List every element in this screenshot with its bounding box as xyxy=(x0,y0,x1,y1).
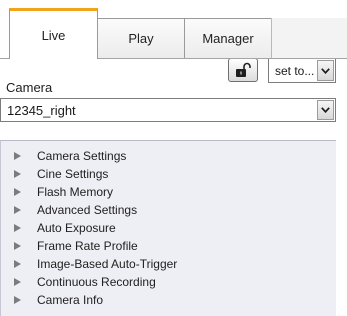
triangle-right-icon xyxy=(11,276,23,288)
tree-item-label: Image-Based Auto-Trigger xyxy=(37,257,178,271)
triangle-right-icon xyxy=(11,168,23,180)
tree-item-image-based-auto-trigger[interactable]: Image-Based Auto-Trigger xyxy=(11,256,177,272)
tab-live-label: Live xyxy=(41,27,66,43)
set-to-dropdown[interactable]: set to... xyxy=(268,58,336,83)
triangle-right-icon xyxy=(11,150,23,162)
triangle-right-icon xyxy=(11,222,23,234)
tree-item-label: Auto Exposure xyxy=(37,221,116,235)
tree-item-label: Camera Info xyxy=(37,293,104,307)
tree-item-camera-settings[interactable]: Camera Settings xyxy=(11,148,126,164)
tree-item-camera-info[interactable]: Camera Info xyxy=(11,292,103,308)
tree-item-auto-exposure[interactable]: Auto Exposure xyxy=(11,220,116,236)
tab-manager[interactable]: Manager xyxy=(184,18,272,58)
lock-button[interactable] xyxy=(228,58,258,82)
camera-select[interactable]: 12345_right xyxy=(0,98,336,122)
camera-label: Camera xyxy=(6,80,53,95)
chevron-down-icon xyxy=(321,67,330,74)
tree-item-frame-rate-profile[interactable]: Frame Rate Profile xyxy=(11,238,138,254)
chevron-down-icon xyxy=(321,107,330,113)
triangle-right-icon xyxy=(11,204,23,216)
tab-strip: Live Play Manager xyxy=(0,0,347,59)
triangle-right-icon xyxy=(11,294,23,306)
tab-manager-label: Manager xyxy=(202,31,254,46)
set-to-dropdown-button[interactable] xyxy=(317,60,334,81)
padlock-icon xyxy=(236,62,251,77)
settings-tree: Camera Settings Cine Settings Flash Memo… xyxy=(0,140,336,316)
camera-select-value: 12345_right xyxy=(7,102,76,118)
tree-item-cine-settings[interactable]: Cine Settings xyxy=(11,166,108,182)
tree-item-advanced-settings[interactable]: Advanced Settings xyxy=(11,202,137,218)
tab-play[interactable]: Play xyxy=(97,18,185,58)
tree-item-label: Flash Memory xyxy=(37,185,114,199)
tree-item-flash-memory[interactable]: Flash Memory xyxy=(11,184,113,200)
triangle-right-icon xyxy=(11,258,23,270)
tree-item-label: Frame Rate Profile xyxy=(37,239,138,253)
set-to-value: set to... xyxy=(275,63,315,78)
tree-item-label: Cine Settings xyxy=(37,167,109,181)
tab-play-label: Play xyxy=(128,31,154,46)
tree-item-label: Continuous Recording xyxy=(37,275,156,289)
triangle-right-icon xyxy=(11,186,23,198)
tab-strip-empty-area xyxy=(271,18,347,58)
triangle-right-icon xyxy=(11,240,23,252)
tree-item-continuous-recording[interactable]: Continuous Recording xyxy=(11,274,156,290)
tree-item-label: Camera Settings xyxy=(37,149,127,163)
tab-live[interactable]: Live xyxy=(9,8,98,59)
camera-control-panel: Live Play Manager Camera set to... 12345… xyxy=(0,0,347,316)
tree-item-label: Advanced Settings xyxy=(37,203,138,217)
camera-select-dropdown-button[interactable] xyxy=(317,100,334,120)
